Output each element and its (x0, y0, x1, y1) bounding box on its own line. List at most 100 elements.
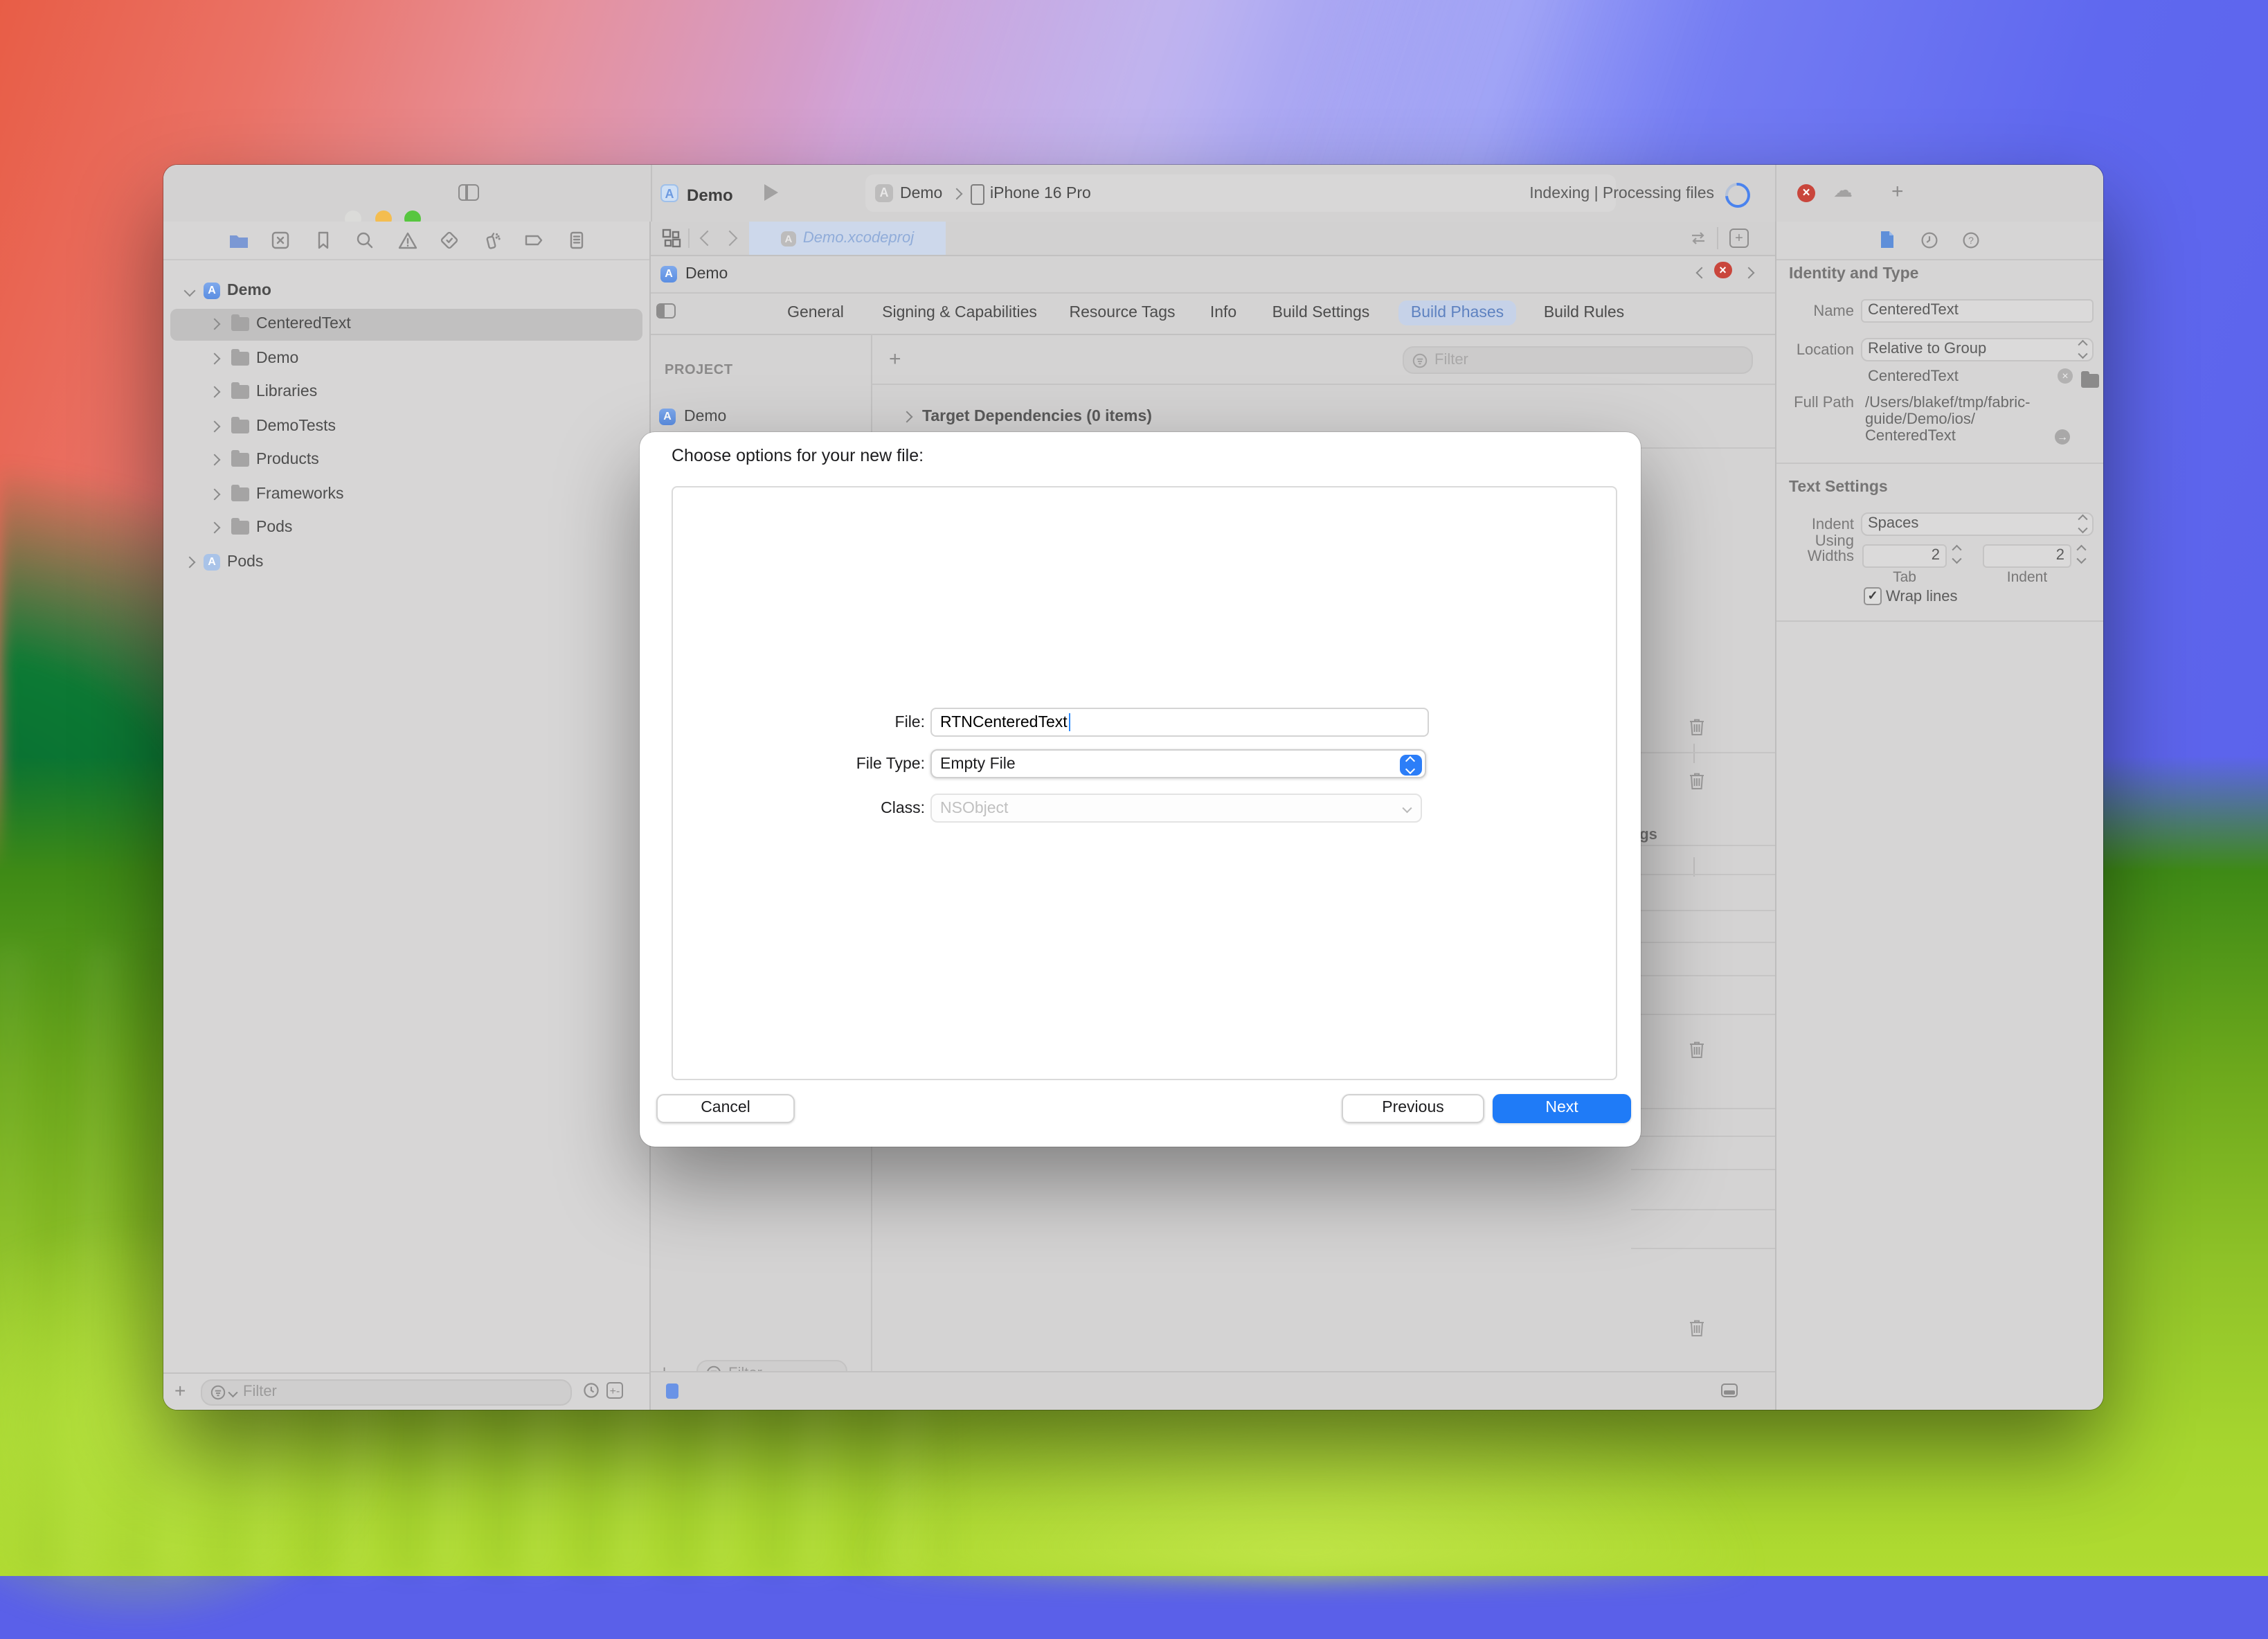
disclosure-right-icon[interactable] (209, 319, 221, 330)
dialog-title: Choose options for your new file: (672, 446, 924, 465)
delete-phase-icon[interactable] (1688, 1040, 1706, 1059)
debug-navigator-icon[interactable] (482, 230, 503, 251)
tab-general[interactable]: General (784, 301, 847, 325)
recent-files-icon[interactable] (583, 1382, 600, 1399)
forward-icon[interactable] (722, 231, 738, 247)
add-file-icon[interactable]: + (174, 1379, 186, 1401)
error-badge-icon[interactable]: × (1797, 184, 1815, 202)
breakpoint-navigator-icon[interactable] (523, 230, 544, 251)
issue-next-icon[interactable] (1743, 267, 1755, 279)
delete-phase-icon[interactable] (1688, 771, 1706, 791)
tab-build-settings[interactable]: Build Settings (1264, 301, 1378, 325)
previous-button[interactable]: Previous (1342, 1094, 1484, 1123)
back-icon[interactable] (700, 231, 716, 247)
disclosure-right-icon[interactable] (209, 352, 221, 364)
delete-phase-icon[interactable] (1688, 1318, 1706, 1338)
class-combo[interactable]: NSObject (930, 794, 1422, 823)
jump-bar: A Demo × (651, 255, 1775, 294)
run-button[interactable] (764, 184, 778, 201)
tab-signing-capabilities[interactable]: Signing & Capabilities (876, 301, 1043, 325)
separator (1631, 1108, 1775, 1109)
scheme-device[interactable]: iPhone 16 Pro (990, 186, 1091, 202)
toggle-targets-column-icon[interactable] (656, 303, 676, 319)
disclosure-right-icon[interactable] (184, 556, 196, 568)
file-inspector-icon[interactable] (1879, 230, 1896, 249)
report-navigator-icon[interactable] (566, 230, 587, 251)
choose-folder-icon[interactable] (2081, 374, 2099, 388)
file-name-input[interactable]: RTNCenteredText (930, 708, 1429, 737)
tab-demo-xcodeproj[interactable]: A Demo.xcodeproj (749, 222, 946, 255)
tab-build-phases[interactable]: Build Phases (1398, 301, 1516, 325)
related-items-grid-icon[interactable] (662, 229, 681, 248)
project-editor-tabs: General Signing & Capabilities Resource … (651, 292, 1775, 335)
project-row-demo[interactable]: A Demo (659, 409, 726, 425)
clear-group-icon[interactable]: × (2058, 368, 2073, 384)
project-navigator-icon[interactable] (228, 230, 249, 251)
source-control-navigator-icon[interactable] (270, 230, 291, 251)
nav-item-pods-group[interactable]: Pods (170, 512, 642, 544)
delete-phase-icon[interactable] (1688, 717, 1706, 737)
disclosure-right-icon[interactable] (209, 488, 221, 500)
nav-label: Products (256, 451, 319, 468)
wrap-lines-checkbox[interactable]: ✓ (1864, 587, 1882, 605)
breakpoint-status-icon[interactable] (666, 1383, 678, 1398)
location-popup[interactable]: Relative to Group (1861, 337, 2094, 361)
source-control-filter-icon[interactable]: +- (606, 1382, 623, 1399)
issue-previous-icon[interactable] (1696, 267, 1708, 279)
reveal-path-icon[interactable]: → (2055, 429, 2070, 445)
toggle-debug-area-icon[interactable] (1721, 1383, 1738, 1397)
toggle-navigator-icon[interactable] (458, 184, 479, 201)
disclosure-right-icon[interactable] (209, 522, 221, 534)
disclosure-right-icon[interactable] (209, 420, 221, 432)
separator (1631, 1169, 1775, 1170)
group-value: CenteredText (1868, 368, 1959, 385)
history-inspector-icon[interactable] (1920, 231, 1938, 249)
disclosure-right-icon[interactable] (209, 454, 221, 466)
nav-item-products[interactable]: Products (170, 444, 642, 476)
tab-build-rules[interactable]: Build Rules (1537, 301, 1631, 325)
build-phases-filter-field[interactable]: Filter (1403, 346, 1753, 374)
indent-width-field[interactable]: 2 (1983, 544, 2071, 567)
xcodeproj-icon: A (781, 231, 796, 246)
next-button[interactable]: Next (1493, 1094, 1631, 1123)
nav-item-demo-project[interactable]: A Demo (170, 274, 642, 306)
indent-using-popup[interactable]: Spaces (1861, 512, 2094, 535)
swap-editor-icon[interactable] (1689, 230, 1707, 247)
add-toolbar-icon[interactable]: + (1891, 180, 1904, 204)
nav-item-pods-project[interactable]: A Pods (170, 546, 642, 577)
nav-item-demotests[interactable]: DemoTests (170, 410, 642, 442)
add-build-phase-icon[interactable]: + (889, 348, 901, 371)
navigator-filter-bar: + Filter +- (163, 1372, 649, 1410)
breadcrumb[interactable]: Demo (685, 265, 728, 282)
test-navigator-icon[interactable] (439, 230, 460, 251)
issue-navigator-icon[interactable] (397, 230, 418, 251)
nav-item-centeredtext[interactable]: CenteredText (170, 308, 642, 340)
disclosure-right-icon[interactable] (209, 386, 221, 398)
file-type-popup[interactable]: Empty File (930, 749, 1426, 778)
find-navigator-icon[interactable] (354, 230, 375, 251)
issue-badge-icon[interactable]: × (1714, 261, 1731, 278)
folder-icon (231, 419, 249, 433)
disclosure-right-icon[interactable] (901, 411, 913, 423)
row-target-dependencies[interactable]: Target Dependencies (0 items) (903, 409, 1152, 425)
nav-item-demo-group[interactable]: Demo (170, 342, 642, 374)
navigator-filter-field[interactable]: Filter (201, 1379, 572, 1405)
filter-icon (1412, 352, 1428, 368)
tab-info[interactable]: Info (1205, 301, 1242, 325)
scheme-target[interactable]: Demo (900, 186, 942, 202)
indent-width-stepper[interactable] (2078, 547, 2085, 561)
tab-resource-tags[interactable]: Resource Tags (1065, 301, 1180, 325)
name-field[interactable]: CenteredText (1861, 298, 2094, 322)
cancel-button[interactable]: Cancel (656, 1094, 795, 1123)
bookmark-navigator-icon[interactable] (313, 230, 334, 251)
add-editor-icon[interactable]: + (1729, 228, 1749, 247)
project-app-icon: A (660, 184, 678, 202)
nav-item-libraries[interactable]: Libraries (170, 376, 642, 408)
location-value: Relative to Group (1868, 340, 1986, 357)
help-inspector-icon[interactable]: ? (1962, 231, 1980, 249)
disclosure-down-icon[interactable] (184, 285, 196, 296)
nav-item-frameworks[interactable]: Frameworks (170, 478, 642, 510)
tab-width-stepper[interactable] (1954, 547, 1960, 561)
tab-width-field[interactable]: 2 (1862, 544, 1947, 567)
xcode-cloud-icon[interactable]: ☁ (1833, 179, 1853, 202)
